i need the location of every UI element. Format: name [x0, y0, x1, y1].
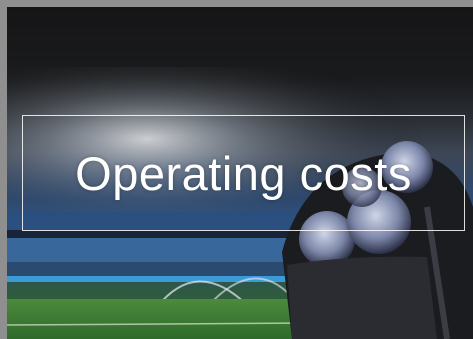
title-box: Operating costs: [22, 115, 465, 231]
slide-frame: Operating costs: [0, 0, 473, 339]
slide-title: Operating costs: [75, 146, 412, 200]
